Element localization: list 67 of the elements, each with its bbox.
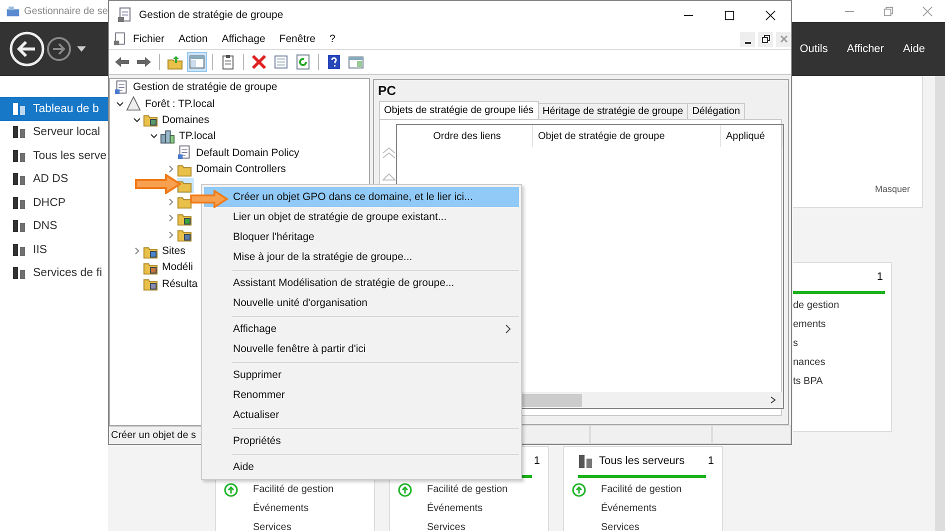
menu-item[interactable]: Lier un objet de stratégie de groupe existant... xyxy=(204,207,519,227)
tile-link[interactable]: Événements xyxy=(253,503,309,514)
tab[interactable]: Délégation xyxy=(687,103,746,119)
tab[interactable]: Objets de stratégie de groupe liés xyxy=(379,101,539,119)
nav-item[interactable]: DHCP xyxy=(0,191,108,214)
tile-link[interactable]: Facilité de gestion xyxy=(427,484,508,495)
tree-item[interactable]: TP.local xyxy=(179,130,216,142)
status-text: Créer un objet de s xyxy=(111,430,196,441)
nav-item[interactable]: Services de fi xyxy=(0,262,108,285)
menu-item[interactable]: Action xyxy=(178,33,208,45)
tile-count: 1 xyxy=(708,455,714,467)
tile-link[interactable]: Événements xyxy=(427,503,483,514)
hide-link[interactable]: Masquer xyxy=(874,184,910,194)
menu-item[interactable]: Afficher xyxy=(846,43,884,55)
column-header[interactable]: Ordre des liens xyxy=(397,125,533,147)
menu-item[interactable]: Supprimer xyxy=(204,365,519,385)
menu-item[interactable]: Aide xyxy=(902,43,925,55)
tree-item[interactable]: Default Domain Policy xyxy=(196,146,300,159)
tile-link[interactable]: de gestion xyxy=(793,300,840,311)
tree-item[interactable]: Domaines xyxy=(162,114,210,126)
window-title: Gestionnaire de se xyxy=(24,6,108,16)
tree-item[interactable]: Forêt : TP.local xyxy=(145,98,215,110)
tree-item[interactable]: Gestion de stratégie de groupe xyxy=(133,81,278,94)
tab[interactable]: Héritage de stratégie de groupe xyxy=(538,103,688,119)
menu-item[interactable]: Fenêtre xyxy=(279,33,316,45)
menu-item[interactable]: Affichage xyxy=(222,33,266,45)
menu-item[interactable]: Propriétés xyxy=(204,431,519,451)
menu-item[interactable]: Nouvelle unité d'organisation xyxy=(204,293,519,313)
tile-link[interactable]: Facilité de gestion xyxy=(253,484,334,495)
column-header[interactable]: Appliqué xyxy=(721,125,783,147)
menu-item[interactable]: Créer un objet GPO dans ce domaine, et le lier ici... xyxy=(204,187,519,207)
nav-item[interactable]: AD DS xyxy=(0,168,108,191)
menu-item[interactable]: Actualiser xyxy=(204,405,519,425)
tile-link[interactable]: nances xyxy=(793,357,826,368)
nav-item[interactable]: Serveur local xyxy=(0,120,108,144)
nav-item[interactable]: Tous les serve xyxy=(0,144,108,168)
tile-count: 1 xyxy=(534,455,540,467)
menu-item[interactable]: ? xyxy=(329,33,336,45)
tile-link[interactable]: Facilité de gestion xyxy=(601,484,682,495)
tile-link[interactable]: ements xyxy=(793,319,826,330)
menu-item[interactable]: Nouvelle fenêtre à partir d'ici xyxy=(204,339,519,359)
nav-item[interactable]: DNS xyxy=(0,214,108,238)
menu-item[interactable]: Renommer xyxy=(204,385,519,405)
menu-item[interactable]: Mise à jour de la stratégie de groupe... xyxy=(204,247,519,267)
tree-item[interactable]: Sites xyxy=(162,245,186,258)
menu-item[interactable]: Aide xyxy=(204,457,519,477)
menu-item[interactable]: Fichier xyxy=(133,33,165,45)
menu-item[interactable]: Assistant Modélisation de stratégie de groupe... xyxy=(204,273,519,293)
tile-link[interactable]: ts BPA xyxy=(793,376,823,387)
window-title: Gestion de stratégie de groupe xyxy=(139,9,284,21)
tile-link[interactable]: s xyxy=(793,338,798,349)
tree-item[interactable]: Domain Controllers xyxy=(196,163,286,176)
menu-item[interactable]: Bloquer l'héritage xyxy=(204,227,519,247)
column-header[interactable]: Objet de stratégie de groupe xyxy=(533,125,721,147)
tree-item[interactable]: Résulta xyxy=(162,278,198,290)
menu-item[interactable]: Affichage xyxy=(204,319,519,339)
nav-item[interactable]: IIS xyxy=(0,238,108,262)
tile-link[interactable]: Événements xyxy=(601,503,657,514)
tile-link[interactable]: Services xyxy=(601,522,640,531)
tree-item[interactable]: Modéli xyxy=(162,261,193,274)
tile-link[interactable]: Services xyxy=(427,522,466,531)
tile-title: Tous les serveurs xyxy=(599,455,685,467)
tile-count: 1 xyxy=(876,271,883,283)
nav-item[interactable]: Tableau de b xyxy=(0,97,108,120)
tile-link[interactable]: Services xyxy=(253,522,292,531)
menu-item[interactable]: Outils xyxy=(800,43,828,55)
pane-title: PC xyxy=(377,82,398,100)
